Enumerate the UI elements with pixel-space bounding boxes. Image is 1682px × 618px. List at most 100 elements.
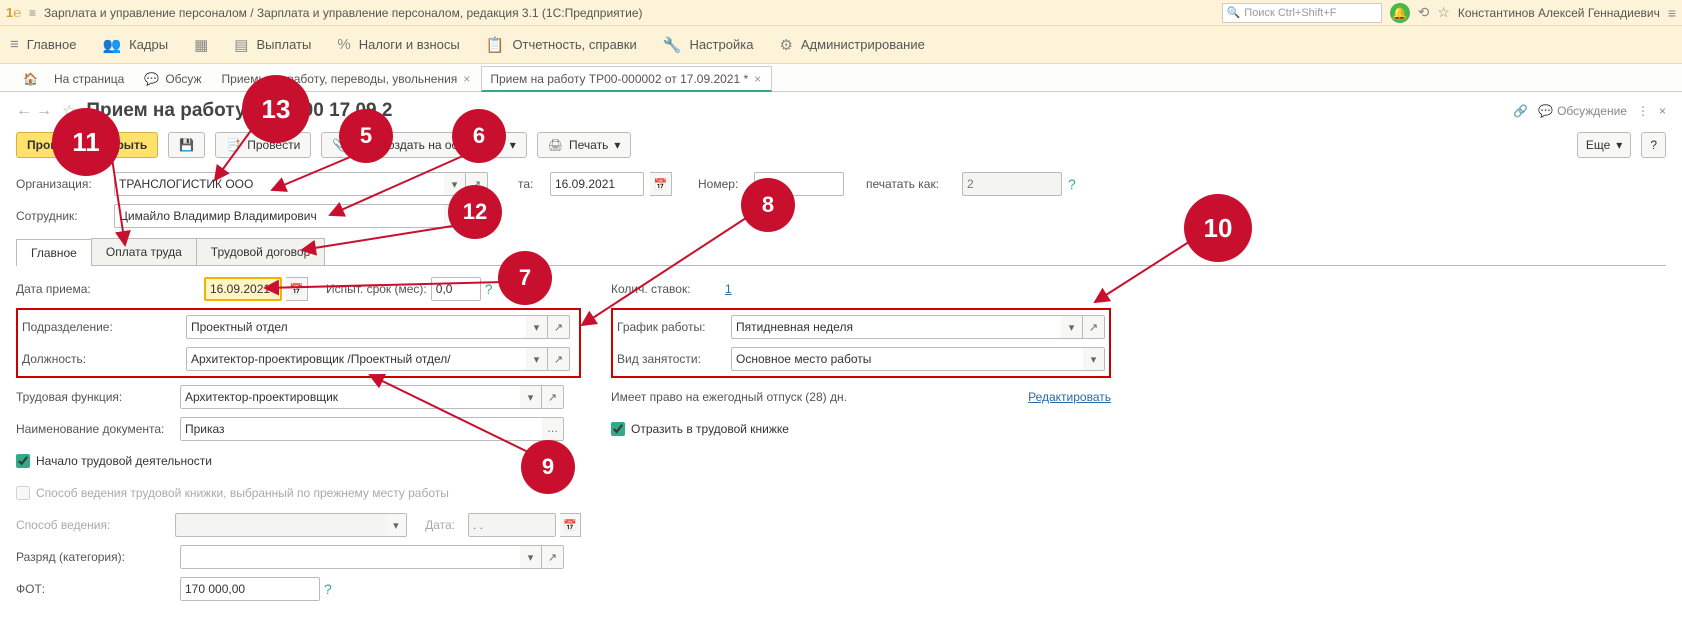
link-icon[interactable]: 🔗 bbox=[1513, 104, 1528, 118]
bell-icon[interactable]: 🔔 bbox=[1390, 3, 1410, 23]
help-icon[interactable]: ? bbox=[324, 581, 332, 597]
position-input[interactable]: Архитектор-проектировщик /Проектный отде… bbox=[186, 347, 526, 371]
callout-7: 7 bbox=[498, 251, 552, 305]
method-date-input[interactable]: . . bbox=[468, 513, 556, 537]
print-as-input[interactable]: 2 bbox=[962, 172, 1062, 196]
row-employee: Сотрудник: Цимайло Владимир Владимирович… bbox=[0, 200, 1682, 232]
star-icon[interactable]: ☆ bbox=[1437, 4, 1450, 21]
subtab-contract[interactable]: Трудовой договор bbox=[196, 238, 325, 265]
burger-icon[interactable]: ≡ bbox=[29, 6, 36, 20]
chevron-down-icon[interactable]: ▾ bbox=[520, 545, 542, 569]
sched-input[interactable]: Пятидневная неделя bbox=[731, 315, 1061, 339]
menu-staff[interactable]: 👥Кадры bbox=[102, 36, 168, 54]
menu-taxes[interactable]: %Налоги и взносы bbox=[337, 36, 459, 53]
reflect-checkbox[interactable] bbox=[611, 422, 625, 436]
menu-reports[interactable]: 📋Отчетность, справки bbox=[486, 36, 637, 54]
docname-label: Наименование документа: bbox=[16, 422, 176, 436]
more-button[interactable]: Еще ▾ bbox=[1577, 132, 1631, 158]
subtab-main[interactable]: Главное bbox=[16, 239, 92, 266]
emp-label: Сотрудник: bbox=[16, 209, 108, 223]
hire-date-label: Дата приема: bbox=[16, 282, 176, 296]
open-icon[interactable]: ↗ bbox=[542, 545, 564, 569]
menu-calc[interactable]: ▦ bbox=[194, 36, 208, 54]
menu-settings[interactable]: 🔧Настройка bbox=[663, 36, 754, 54]
chevron-down-icon[interactable]: ▾ bbox=[526, 347, 548, 371]
help-icon[interactable]: ? bbox=[485, 281, 493, 297]
menu-icon[interactable]: ≡ bbox=[1668, 5, 1676, 21]
emptype-label: Вид занятости: bbox=[617, 352, 727, 366]
history-icon[interactable]: ⟲ bbox=[1418, 4, 1430, 21]
open-icon[interactable]: ↗ bbox=[1083, 315, 1105, 339]
ellipsis-icon[interactable]: … bbox=[542, 417, 564, 441]
report-icon: 📋 bbox=[486, 36, 505, 54]
tab-discuss[interactable]: 💬Обсуж bbox=[135, 65, 212, 91]
chat-icon: 💬 bbox=[144, 72, 159, 86]
chat-icon: 💬 bbox=[1538, 104, 1553, 118]
menu-admin[interactable]: ⚙Администрирование bbox=[779, 36, 924, 54]
menu-main[interactable]: ≡Главное bbox=[10, 36, 76, 53]
search-placeholder: Поиск Ctrl+Shift+F bbox=[1244, 7, 1336, 19]
start-activity-label: Начало трудовой деятельности bbox=[36, 454, 212, 468]
rank-input[interactable] bbox=[180, 545, 520, 569]
close-icon[interactable]: × bbox=[1659, 104, 1666, 118]
dept-input[interactable]: Проектный отдел bbox=[186, 315, 526, 339]
back-icon[interactable]: ← bbox=[16, 102, 32, 120]
date-input[interactable]: 16.09.2021 bbox=[550, 172, 644, 196]
chevron-down-icon[interactable]: ▾ bbox=[526, 315, 548, 339]
tab-home-icon[interactable]: 🏠 bbox=[16, 65, 45, 91]
titlebar: 1℮ ≡ Зарплата и управление персоналом / … bbox=[0, 0, 1682, 26]
method-prev-label: Способ ведения трудовой книжки, выбранны… bbox=[36, 486, 449, 500]
help-button[interactable]: ? bbox=[1641, 132, 1666, 158]
save-button[interactable]: 💾 bbox=[168, 132, 205, 158]
chevron-down-icon[interactable]: ▾ bbox=[1061, 315, 1083, 339]
emptype-input[interactable]: Основное место работы bbox=[731, 347, 1083, 371]
docname-input[interactable]: Приказ bbox=[180, 417, 542, 441]
vacation-text: Имеет право на ежегодный отпуск (28) дн. bbox=[611, 390, 847, 404]
more-icon[interactable]: ⋮ bbox=[1637, 104, 1649, 118]
method-prev-checkbox[interactable] bbox=[16, 486, 30, 500]
print-button[interactable]: 🖨Печать ▾ bbox=[537, 132, 632, 158]
edit-link[interactable]: Редактировать bbox=[1028, 390, 1111, 404]
main-menu: ≡Главное 👥Кадры ▦ ▤Выплаты %Налоги и взн… bbox=[0, 26, 1682, 64]
fot-input[interactable]: 170 000,00 bbox=[180, 577, 320, 601]
forward-icon[interactable]: → bbox=[36, 102, 52, 120]
menu-icon-main: ≡ bbox=[10, 36, 19, 53]
callout-13: 13 bbox=[242, 75, 310, 143]
print-icon: 🖨 bbox=[548, 138, 563, 152]
gear-icon: ⚙ bbox=[779, 36, 792, 54]
chevron-down-icon[interactable]: ▾ bbox=[1083, 347, 1105, 371]
close-icon[interactable]: × bbox=[463, 72, 470, 86]
hire-date-input[interactable]: 16.09.2021 bbox=[204, 277, 282, 301]
emp-input[interactable]: Цимайло Владимир Владимирович bbox=[114, 204, 444, 228]
tab-home[interactable]: На страница bbox=[45, 65, 135, 91]
method-input[interactable] bbox=[175, 513, 385, 537]
chevron-down-icon[interactable]: ▾ bbox=[520, 385, 542, 409]
chevron-down-icon: ▾ bbox=[1616, 138, 1622, 152]
open-icon[interactable]: ↗ bbox=[542, 385, 564, 409]
menu-payments[interactable]: ▤Выплаты bbox=[234, 36, 311, 54]
calendar-icon[interactable]: 📅 bbox=[560, 513, 581, 537]
close-icon[interactable]: × bbox=[754, 72, 761, 86]
discuss-button[interactable]: 💬Обсуждение bbox=[1538, 104, 1627, 118]
reflect-label: Отразить в трудовой книжке bbox=[631, 422, 789, 436]
func-input[interactable]: Архитектор-проектировщик bbox=[180, 385, 520, 409]
probation-input[interactable]: 0,0 bbox=[431, 277, 481, 301]
date-label: та: bbox=[518, 177, 544, 191]
search-icon: 🔍 bbox=[1227, 6, 1241, 19]
start-activity-checkbox[interactable] bbox=[16, 454, 30, 468]
user-name: Константинов Алексей Геннадиевич bbox=[1458, 6, 1660, 20]
rates-link[interactable]: 1 bbox=[725, 282, 732, 296]
open-icon[interactable]: ↗ bbox=[548, 315, 570, 339]
open-icon[interactable]: ↗ bbox=[548, 347, 570, 371]
callout-10: 10 bbox=[1184, 194, 1252, 262]
org-input[interactable]: ТРАНСЛОГИСТИК ООО bbox=[114, 172, 444, 196]
calendar-icon[interactable]: 📅 bbox=[286, 277, 308, 301]
subtab-salary[interactable]: Оплата труда bbox=[91, 238, 197, 265]
help-icon[interactable]: ? bbox=[1068, 176, 1076, 192]
tab-hire-doc[interactable]: Прием на работу ТР00-000002 от 17.09.202… bbox=[481, 66, 772, 92]
chevron-down-icon: ▾ bbox=[614, 138, 620, 152]
chevron-down-icon[interactable]: ▾ bbox=[385, 513, 407, 537]
search-input[interactable]: 🔍 Поиск Ctrl+Shift+F bbox=[1222, 3, 1382, 23]
chevron-down-icon: ▾ bbox=[510, 138, 516, 152]
calendar-icon[interactable]: 📅 bbox=[650, 172, 672, 196]
